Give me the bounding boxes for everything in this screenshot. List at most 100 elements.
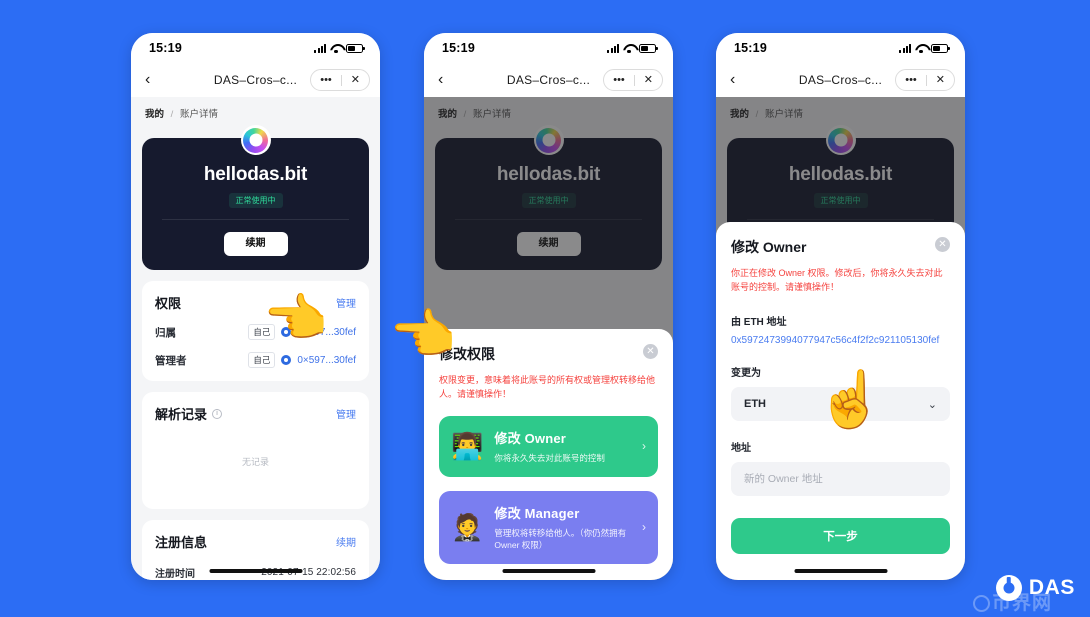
status-bar-icons — [314, 43, 365, 53]
chevron-right-icon: › — [642, 439, 646, 454]
watermark-ring-icon — [972, 595, 990, 612]
close-circle-icon[interactable]: ✕ — [643, 343, 658, 359]
option-modify-manager[interactable]: 🤵 修改 Manager 管理权将转移给他人。（你仍然拥有 Owner 权限） … — [439, 490, 658, 564]
close-button[interactable]: ✕ — [635, 74, 662, 86]
status-bar-time: 15:19 — [734, 41, 767, 55]
phone-screen-owner-form: 15:19 ‹ DAS–Cros–c... ••• ✕ 我的 / 账户详情 he… — [716, 33, 965, 580]
mini-program-capsule: ••• ✕ — [310, 69, 370, 91]
chain-select-value: ETH — [744, 398, 766, 410]
permission-sheet-title: 修改权限 — [439, 345, 495, 362]
permission-row-label: 归属 — [155, 326, 176, 339]
status-bar: 15:19 — [131, 33, 380, 63]
records-manage-link[interactable]: 管理 — [336, 406, 356, 421]
owner-sheet-title: 修改 Owner — [731, 239, 807, 256]
phone-screen-account-detail: 15:19 ‹ DAS–Cros–c... ••• ✕ 我的 / 账户详情 he… — [131, 33, 380, 580]
das-brand-text: DAS — [1028, 576, 1075, 599]
wifi-icon — [623, 44, 635, 53]
chevron-down-icon: ⌄ — [927, 398, 937, 411]
technologist-emoji: 👨‍💻 — [451, 431, 484, 462]
back-button[interactable]: ‹ — [145, 72, 150, 88]
renew-button[interactable]: 续期 — [223, 232, 288, 256]
table-row: 管理者 自己 0×597...30fef — [155, 352, 356, 368]
cellular-signal-icon — [314, 43, 326, 53]
ethereum-dot-icon — [281, 355, 292, 365]
cellular-signal-icon — [899, 43, 911, 53]
breadcrumb: 我的 / 账户详情 — [131, 97, 380, 126]
close-circle-icon[interactable]: ✕ — [935, 237, 950, 253]
permission-address[interactable]: 0×597...30fef — [297, 327, 356, 338]
permission-manage-link[interactable]: 管理 — [336, 295, 356, 310]
status-bar-icons — [899, 43, 950, 53]
more-button[interactable]: ••• — [311, 74, 341, 86]
permission-panel-header: 权限 管理 — [155, 293, 356, 312]
status-bar: 15:19 — [424, 33, 673, 63]
home-indicator — [502, 569, 595, 573]
account-card: hellodas.bit 正常使用中 续期 — [142, 138, 369, 270]
close-button[interactable]: ✕ — [342, 74, 369, 86]
registration-panel-title: 注册信息 — [155, 535, 208, 550]
status-bar-icons — [607, 43, 658, 53]
back-button[interactable]: ‹ — [438, 72, 443, 88]
records-empty-text: 无记录 — [241, 457, 269, 467]
table-row: 归属 自己 0×597...30fef — [155, 324, 356, 340]
chain-select[interactable]: ETH ⌄ — [731, 387, 950, 421]
das-brand-icon — [995, 575, 1022, 601]
permission-row-label: 管理者 — [155, 354, 187, 367]
permission-owner-tag: 自己 — [248, 352, 276, 368]
address-input-wrap[interactable] — [731, 462, 950, 496]
option-title: 修改 Manager — [494, 505, 580, 521]
home-indicator — [794, 569, 887, 573]
change-to-label: 变更为 — [731, 368, 761, 379]
nav-bar: ‹ DAS–Cros–c... ••• ✕ — [424, 63, 673, 97]
permission-owner-tag: 自己 — [248, 324, 276, 340]
breadcrumb-current: 账户详情 — [179, 109, 218, 120]
status-bar-time: 15:19 — [442, 41, 475, 55]
mini-program-capsule: ••• ✕ — [895, 69, 955, 91]
address-input[interactable] — [744, 473, 937, 485]
battery-icon — [639, 43, 658, 53]
battery-icon — [346, 43, 365, 53]
option-modify-owner[interactable]: 👨‍💻 修改 Owner 你将永久失去对此账号的控制 › — [439, 415, 658, 477]
from-address-label: 由 ETH 地址 — [731, 317, 787, 328]
permission-address[interactable]: 0×597...30fef — [297, 355, 356, 366]
status-bar-time: 15:19 — [149, 41, 182, 55]
permission-panel-title: 权限 — [155, 296, 182, 311]
option-subtitle: 管理权将转移给他人。（你仍然拥有 Owner 权限） — [494, 527, 627, 551]
das-brand-watermark: DAS — [995, 575, 1075, 601]
cellular-signal-icon — [607, 43, 619, 53]
breadcrumb-root[interactable]: 我的 — [145, 109, 164, 120]
records-panel: 解析记录 i 管理 无记录 — [142, 392, 369, 509]
permission-panel: 权限 管理 归属 自己 0×597...30fef 管理者 自己 0×597..… — [142, 281, 369, 381]
page-body: 我的 / 账户详情 hellodas.bit 正常使用中 续期 权限 管理 归属… — [131, 97, 380, 580]
from-address-value[interactable]: 0x5972473994077947c56c4f2f2c921105130fef — [731, 335, 950, 346]
owner-sheet: 修改 Owner ✕ 你正在修改 Owner 权限。修改后，你将永久失去对此账号… — [716, 222, 965, 580]
more-button[interactable]: ••• — [896, 74, 926, 86]
owner-sheet-warning: 你正在修改 Owner 权限。修改后，你将永久失去对此账号的控制。请谨慎操作！ — [731, 268, 943, 293]
more-button[interactable]: ••• — [604, 74, 634, 86]
records-panel-title: 解析记录 — [155, 407, 208, 422]
registration-renew-link[interactable]: 续期 — [336, 534, 356, 549]
phone-screen-permission-sheet: 15:19 ‹ DAS–Cros–c... ••• ✕ 我的 / 账户详情 he… — [424, 33, 673, 580]
back-button[interactable]: ‹ — [730, 72, 735, 88]
breadcrumb-separator: / — [170, 109, 174, 120]
battery-icon — [931, 43, 950, 53]
chevron-right-icon: › — [642, 520, 646, 535]
registration-panel-header: 注册信息 续期 — [155, 532, 356, 551]
das-logo-icon — [240, 125, 271, 155]
card-divider — [162, 219, 349, 220]
wifi-icon — [330, 44, 342, 53]
owner-sheet-header: 修改 Owner ✕ — [731, 237, 950, 257]
nav-bar: ‹ DAS–Cros–c... ••• ✕ — [716, 63, 965, 97]
page-body: 我的 / 账户详情 hellodas.bit 正常使用中 续期 修改权限 ✕ 权… — [424, 97, 673, 580]
mini-program-capsule: ••• ✕ — [603, 69, 663, 91]
account-name: hellodas.bit — [203, 164, 308, 185]
info-circle-icon[interactable]: i — [212, 408, 223, 419]
home-indicator — [209, 569, 302, 573]
option-subtitle: 你将永久失去对此账号的控制 — [494, 452, 605, 463]
ethereum-dot-icon — [281, 327, 292, 337]
permission-sheet-header: 修改权限 ✕ — [439, 343, 658, 364]
status-bar: 15:19 — [716, 33, 965, 63]
next-step-button[interactable]: 下一步 — [731, 518, 950, 554]
close-button[interactable]: ✕ — [927, 74, 954, 86]
records-panel-header: 解析记录 i 管理 — [155, 404, 356, 423]
